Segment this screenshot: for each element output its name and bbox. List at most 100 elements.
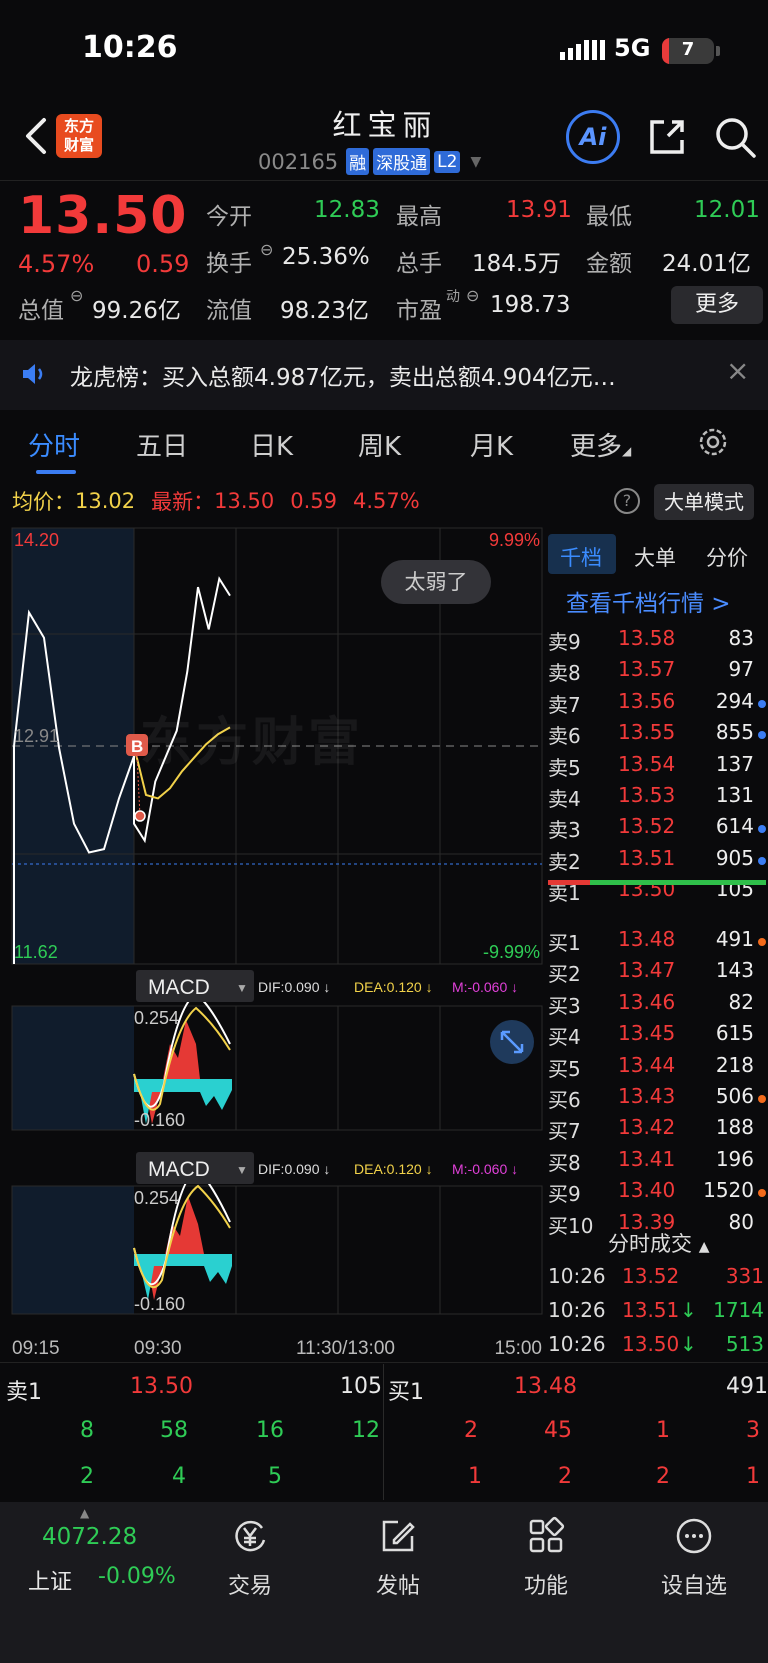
stock-name: 红宝丽	[332, 108, 438, 142]
chevron-down-icon[interactable]: ▼	[236, 1163, 248, 1177]
ask-price: 13.56	[618, 688, 676, 713]
tab-monthly[interactable]: 月K	[470, 426, 513, 463]
logo-text: 东方 财富	[63, 117, 94, 154]
avg-label: 均价：	[12, 490, 75, 514]
ask-row[interactable]: 卖8 13.57 97	[548, 657, 766, 688]
ask-volume: 83	[728, 626, 754, 650]
y-label-bot: 11.62	[14, 942, 58, 962]
nav-trade-label: 交易	[227, 1574, 272, 1599]
bid-row[interactable]: 买6 13.43 506	[548, 1084, 766, 1115]
macd-dif-1: DIF:0.090 ↓	[258, 979, 330, 995]
tick-price: 13.50	[622, 1332, 680, 1356]
x-label-1130: 11:30/13:00	[296, 1338, 395, 1359]
info-dots-icon[interactable]: ⊖	[466, 286, 479, 305]
ai-button[interactable]: Ai	[566, 110, 620, 164]
volume-value: 184.5万	[472, 251, 561, 277]
search-icon[interactable]	[712, 114, 758, 160]
back-icon[interactable]	[16, 112, 56, 160]
tab-5day[interactable]: 五日	[136, 426, 188, 463]
float-label: 流值	[206, 298, 252, 324]
close-icon[interactable]: ×	[726, 354, 749, 387]
chart-tabs: 分时 五日 日K 周K 月K 更多◢	[0, 418, 768, 480]
mktcap-label: 总值	[18, 298, 64, 324]
open-value: 12.83	[314, 197, 380, 223]
tab-weekly[interactable]: 周K	[358, 426, 401, 463]
tick-time: 10:26	[548, 1298, 606, 1322]
bid-row[interactable]: 买9 13.40 1520	[548, 1178, 766, 1209]
bid-volume: 506	[715, 1084, 754, 1108]
macd-label-2[interactable]: MACD	[148, 1158, 210, 1181]
bid-row[interactable]: 买5 13.44 218	[548, 1053, 766, 1084]
bid-price: 13.46	[618, 989, 676, 1014]
index-change[interactable]: -0.09%	[98, 1564, 176, 1589]
ask-row[interactable]: 卖5 13.54 137	[548, 752, 766, 783]
ask-row[interactable]: 卖9 13.58 83	[548, 626, 766, 657]
index-value[interactable]: 4072.28	[42, 1524, 137, 1550]
bid-row[interactable]: 买7 13.42 188	[548, 1115, 766, 1146]
ticks-title[interactable]: 分时成交 ▲	[608, 1228, 709, 1258]
triangle-icon: ◢	[622, 444, 632, 458]
order-dot-icon	[758, 1189, 766, 1198]
tick-time: 10:26	[548, 1332, 606, 1356]
bid-row[interactable]: 买1 13.48 491	[548, 927, 766, 958]
bid-level: 买9	[548, 1182, 581, 1207]
order-dot-icon	[758, 1095, 766, 1103]
volume-label: 总手	[396, 251, 442, 277]
last-pct: 4.57%	[353, 489, 420, 513]
ask-row[interactable]: 卖6 13.55 855	[548, 720, 766, 751]
info-dots-icon[interactable]: ⊖	[260, 240, 273, 259]
bid-row[interactable]: 买8 13.41 196	[548, 1147, 766, 1178]
divider	[0, 1362, 768, 1363]
sum-buy-price: 13.48	[514, 1374, 577, 1399]
tab-intraday[interactable]: 分时	[28, 426, 80, 463]
current-price: 13.50	[18, 186, 188, 246]
share-icon[interactable]	[644, 114, 690, 160]
tab-price-dist[interactable]: 分价	[706, 542, 748, 572]
orderbook-tabs: 千档 大单 分价	[544, 534, 768, 578]
macd-m-1: M:-0.060 ↓	[452, 979, 518, 995]
index-name[interactable]: 上证	[28, 1564, 72, 1596]
tab-big-order[interactable]: 大单	[634, 542, 676, 572]
bid-volume: 1520	[703, 1178, 754, 1203]
ask-price: 13.52	[618, 814, 676, 839]
order-dot-icon	[758, 699, 766, 708]
tab-more[interactable]: 更多◢	[570, 426, 631, 463]
tab-depth[interactable]: 千档	[560, 542, 602, 572]
gear-icon[interactable]	[695, 424, 731, 460]
more-button[interactable]: 更多	[671, 286, 763, 324]
last-value: 13.50	[214, 489, 275, 513]
ask-row[interactable]: 卖3 13.52 614	[548, 814, 766, 845]
stock-code-row[interactable]: 002165 融 深股通 L2 ▼	[258, 148, 481, 175]
help-icon[interactable]: ?	[614, 488, 640, 514]
tab-daily[interactable]: 日K	[250, 426, 293, 463]
ask-level: 卖9	[548, 630, 581, 654]
bid-ratio-bar	[590, 880, 766, 885]
ask-row[interactable]: 卖7 13.56 294	[548, 689, 766, 720]
bid-row[interactable]: 买4 13.45 615	[548, 1021, 766, 1052]
order-dot-icon	[758, 938, 766, 946]
depth-link[interactable]: 查看千档行情 >	[566, 584, 731, 618]
low-label: 最低	[586, 204, 632, 230]
expand-icon[interactable]	[490, 1020, 534, 1064]
notice-bar[interactable]: 龙虎榜：买入总额4.987亿元，卖出总额4.904亿元… ×	[0, 340, 768, 410]
big-order-mode-button[interactable]: 大单模式	[654, 484, 754, 520]
bid-volume: 82	[728, 989, 754, 1014]
bid-level: 买2	[548, 962, 581, 987]
tick-arrow: ↓	[680, 1332, 697, 1356]
ask-row[interactable]: 卖4 13.53 131	[548, 783, 766, 814]
bid-row[interactable]: 买3 13.46 82	[548, 990, 766, 1021]
bid-row[interactable]: 买2 13.47 143	[548, 958, 766, 989]
macd-label-1[interactable]: MACD	[148, 976, 210, 999]
bid-volume: 615	[715, 1021, 754, 1046]
battery-level: 7	[681, 39, 695, 60]
ask-row[interactable]: 卖2 13.51 905	[548, 846, 766, 877]
bid-price: 13.43	[618, 1084, 676, 1108]
chevron-down-icon[interactable]: ▼	[236, 981, 248, 995]
ask-volume: 294	[715, 688, 754, 713]
intraday-chart[interactable]: B 14.20 12.91 11.62 9.99% -9.99% MACD ▼ …	[0, 524, 544, 1362]
sell-queue-cell: 16	[256, 1418, 284, 1443]
clock: 10:26	[82, 30, 178, 65]
sentiment-bubble[interactable]: 太弱了	[381, 560, 491, 604]
sell-queue-cell: 5	[268, 1464, 282, 1489]
info-dots-icon[interactable]: ⊖	[70, 286, 83, 305]
